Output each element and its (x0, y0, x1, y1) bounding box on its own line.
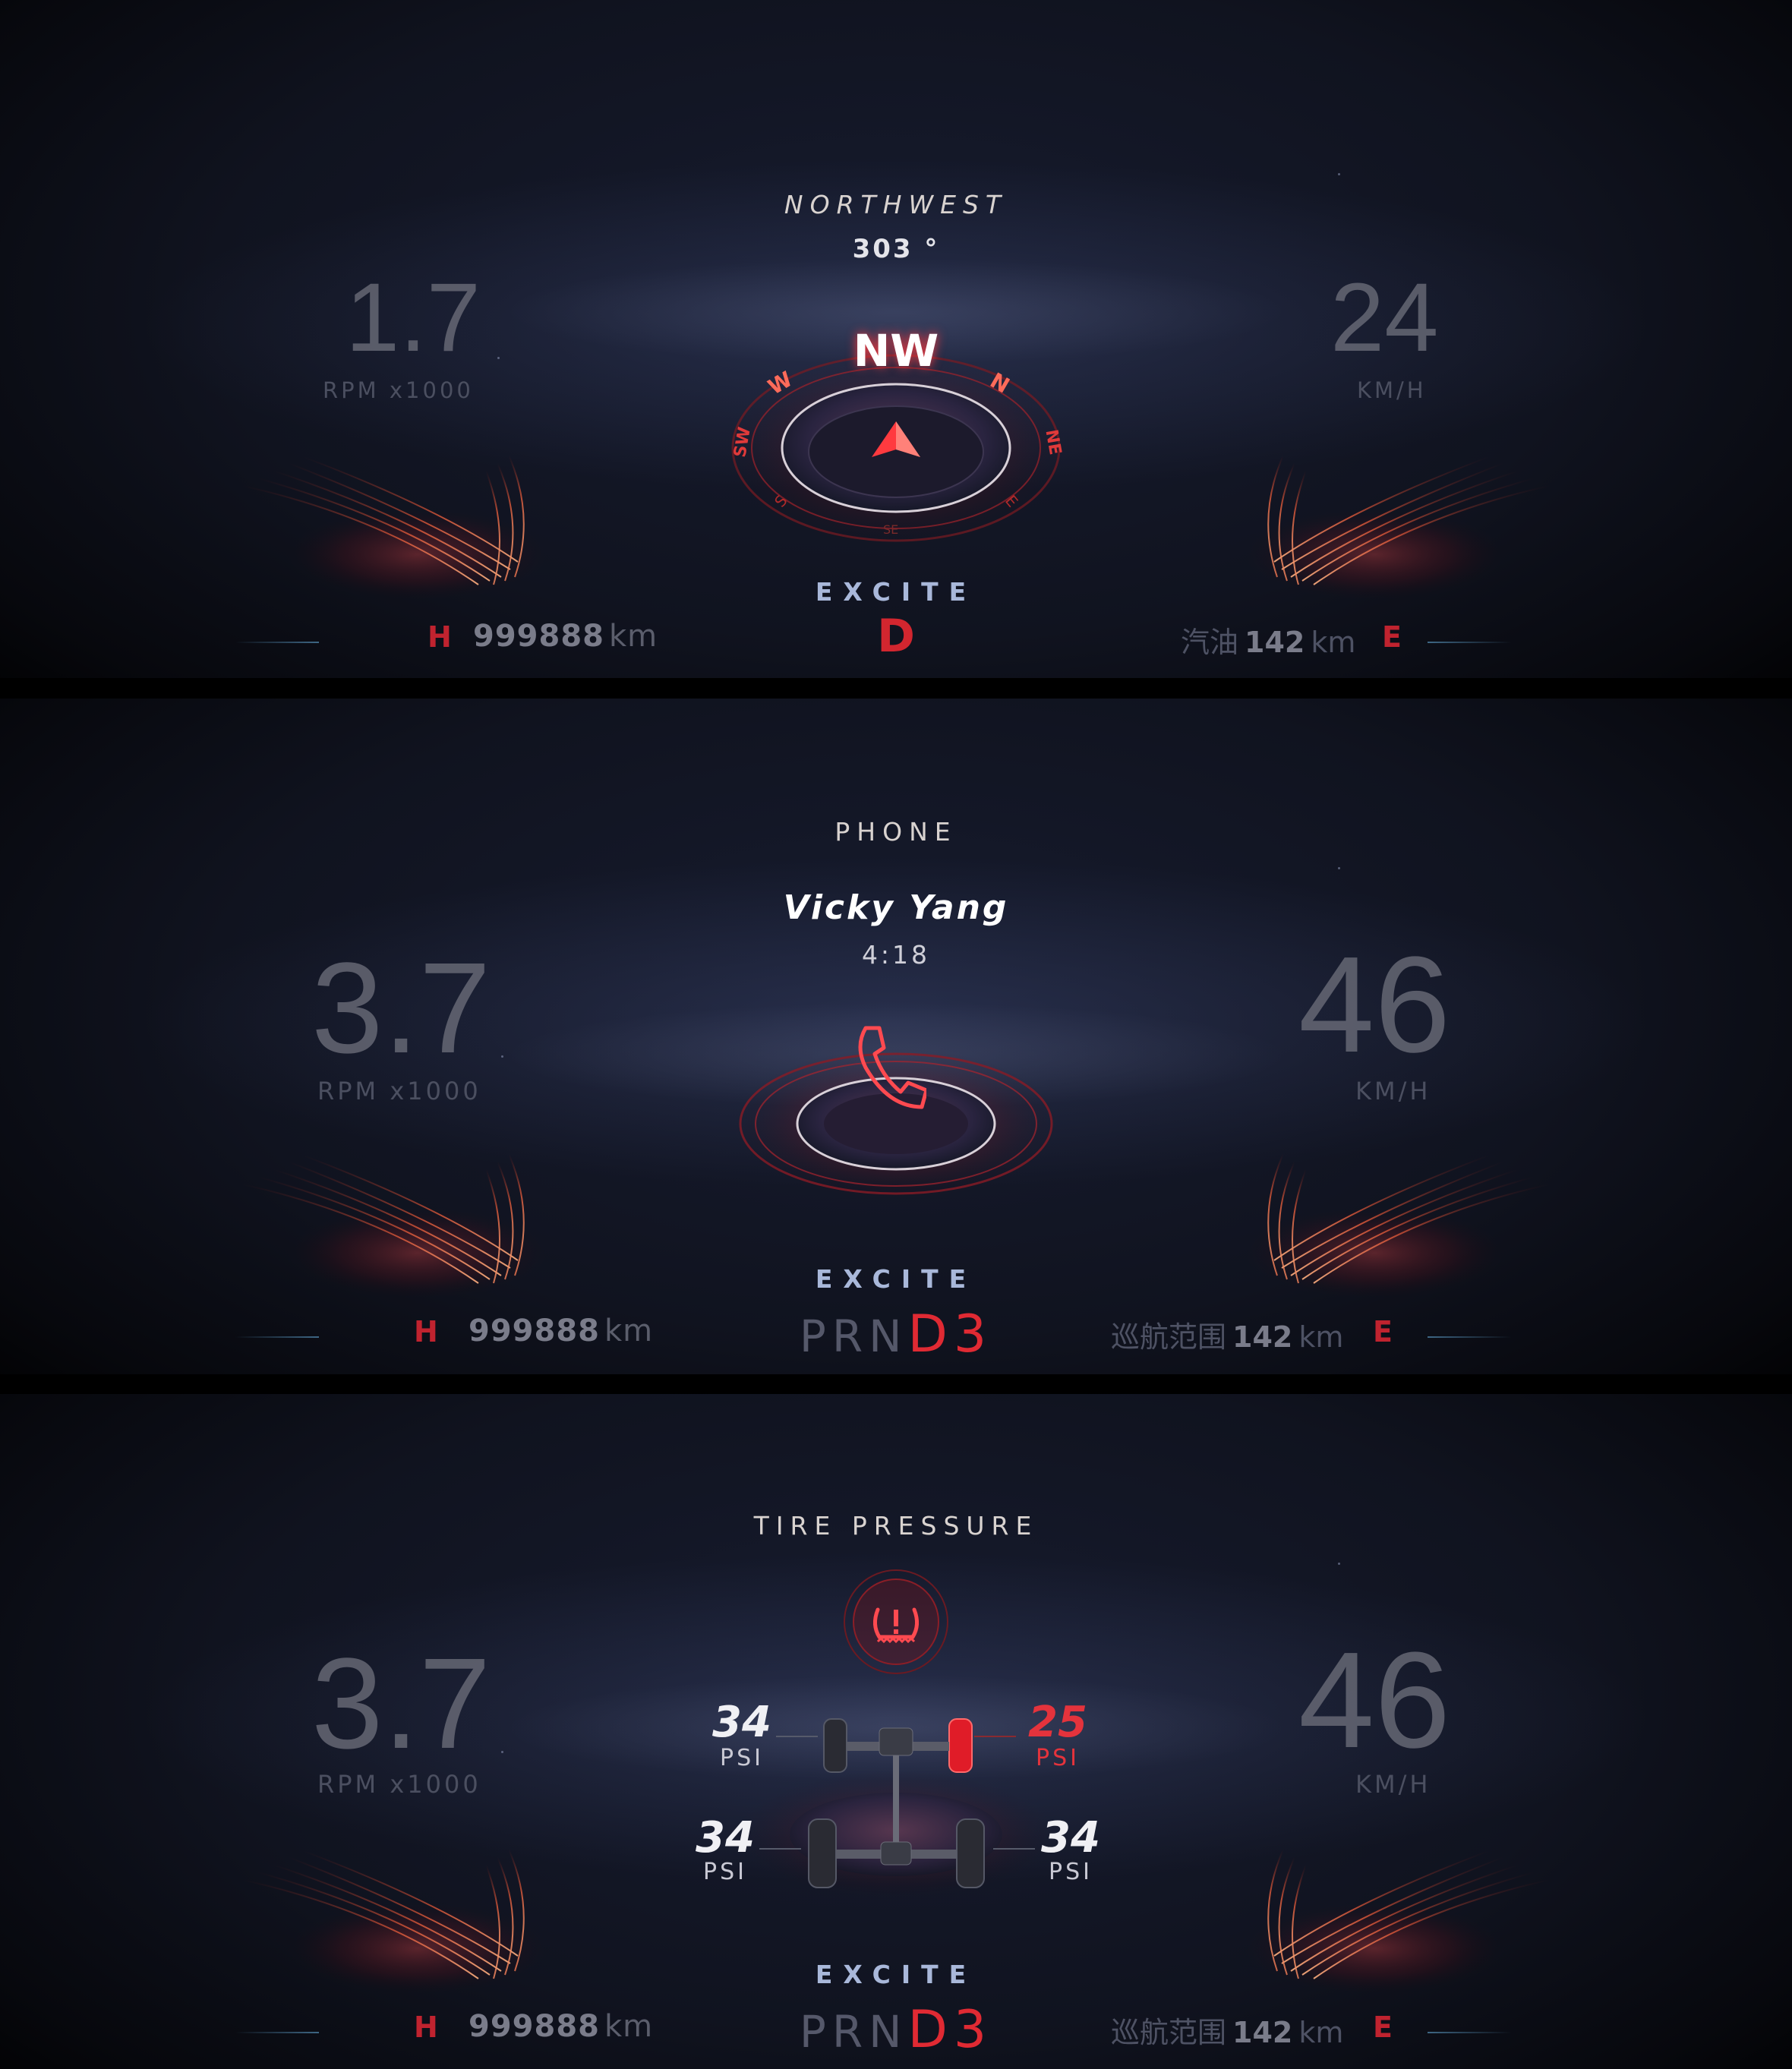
odometer: 999888 km (469, 1314, 653, 1348)
range-unit: km (1298, 2016, 1344, 2049)
odometer-unit: km (609, 619, 658, 654)
tire-front-left-value: 34 (712, 1698, 771, 1747)
active-gear: D3 (907, 1304, 993, 1364)
range-unit: km (1311, 626, 1356, 659)
right-edge-tick (1428, 2032, 1511, 2033)
tire-front-right-value: 25 (1028, 1698, 1087, 1747)
right-edge-tick (1428, 642, 1511, 643)
tire-warning-icon (844, 1569, 948, 1674)
leader-line (759, 1848, 801, 1850)
temp-high-indicator: H (414, 2011, 438, 2044)
inactive-gears: PRN (799, 1310, 908, 1362)
star (501, 1055, 503, 1058)
left-edge-tick (235, 1336, 319, 1338)
speed-unit: KM/H (1357, 377, 1427, 403)
inactive-gears: PRN (799, 2006, 908, 2058)
speed-unit: KM/H (1355, 1077, 1431, 1105)
compass-heading-label: NW (853, 325, 939, 377)
range-readout: 巡航范围 142 km (1111, 2009, 1343, 2051)
range-readout: 巡航范围 142 km (1111, 1314, 1343, 1355)
fuel-empty-indicator: E (1373, 2011, 1393, 2044)
odometer-value: 999888 (469, 2009, 600, 2044)
phone-panel: PHONE Vicky Yang 4:18 3.7 RPM x1000 46 K… (0, 699, 1792, 1374)
rpm-unit: RPM x1000 (317, 1770, 481, 1799)
rpm-unit: RPM x1000 (317, 1077, 481, 1105)
drive-mode: EXCITE (815, 577, 977, 607)
left-edge-tick (235, 2032, 319, 2033)
fuel-empty-indicator: E (1373, 1315, 1393, 1348)
temp-high-indicator: H (414, 1315, 438, 1348)
range-value: 142 (1232, 1320, 1293, 1354)
tire-rear-left-value: 34 (696, 1813, 755, 1862)
gear-selector: PRND3 (0, 1304, 1792, 1364)
panel-title: TIRE PRESSURE (753, 1511, 1039, 1541)
leader-line (776, 1736, 818, 1737)
leader-line (993, 1848, 1035, 1850)
gear-indicator: D (877, 610, 915, 663)
caller-name: Vicky Yang (783, 888, 1009, 927)
phone-icon (858, 1026, 926, 1109)
range-value: 142 (1232, 2016, 1293, 2049)
heading-degrees: 303 ° (852, 234, 940, 264)
tire-front-right-unit: PSI (1036, 1745, 1080, 1771)
odometer: 999888 km (469, 2009, 653, 2044)
odometer-value: 999888 (473, 619, 604, 654)
call-duration: 4:18 (861, 940, 931, 970)
tire-front-left-unit: PSI (720, 1745, 764, 1771)
odometer-unit: km (604, 2009, 654, 2044)
odometer-value: 999888 (469, 1314, 600, 1348)
range-label: 汽油 (1181, 626, 1239, 659)
speed-value: 46 (1298, 929, 1451, 1081)
tire-rear-right-unit: PSI (1049, 1859, 1093, 1885)
rpm-value: 3.7 (311, 936, 491, 1080)
range-value: 142 (1245, 626, 1305, 659)
gear-selector: PRND3 (0, 2000, 1792, 2060)
drive-mode: EXCITE (815, 1264, 977, 1294)
tire-rear-right-value: 34 (1041, 1813, 1100, 1862)
star (1338, 867, 1340, 869)
rpm-value: 3.7 (311, 1632, 491, 1776)
odometer: 999888 km (473, 619, 658, 654)
panel-title: PHONE (834, 817, 958, 847)
fuel-empty-indicator: E (1382, 620, 1402, 654)
odometer-unit: km (604, 1314, 654, 1348)
speed-value: 46 (1298, 1624, 1451, 1777)
active-gear: D3 (907, 2000, 993, 2060)
drive-mode: EXCITE (815, 1960, 977, 1989)
rpm-unit: RPM x1000 (323, 377, 474, 403)
range-label: 巡航范围 (1111, 2016, 1227, 2049)
speed-unit: KM/H (1355, 1770, 1431, 1799)
star (1338, 173, 1340, 175)
compass-panel: NORTHWEST 303 ° 1.7 RPM x1000 24 KM/H NW… (0, 0, 1792, 678)
tire-pressure-panel: TIRE PRESSURE 3.7 RPM x1000 46 KM/H 34 P… (0, 1394, 1792, 2069)
range-unit: km (1298, 1320, 1344, 1354)
right-edge-tick (1428, 1336, 1511, 1338)
star (1338, 1563, 1340, 1565)
range-label: 巡航范围 (1111, 1320, 1227, 1354)
compass-label-se: SE (883, 522, 899, 537)
star (501, 1751, 503, 1753)
temp-high-indicator: H (427, 620, 452, 654)
panel-title: NORTHWEST (784, 190, 1008, 219)
range-readout: 汽油 142 km (1181, 619, 1355, 661)
leader-line (974, 1736, 1016, 1737)
left-edge-tick (235, 642, 319, 643)
tire-rear-left-unit: PSI (703, 1859, 747, 1885)
